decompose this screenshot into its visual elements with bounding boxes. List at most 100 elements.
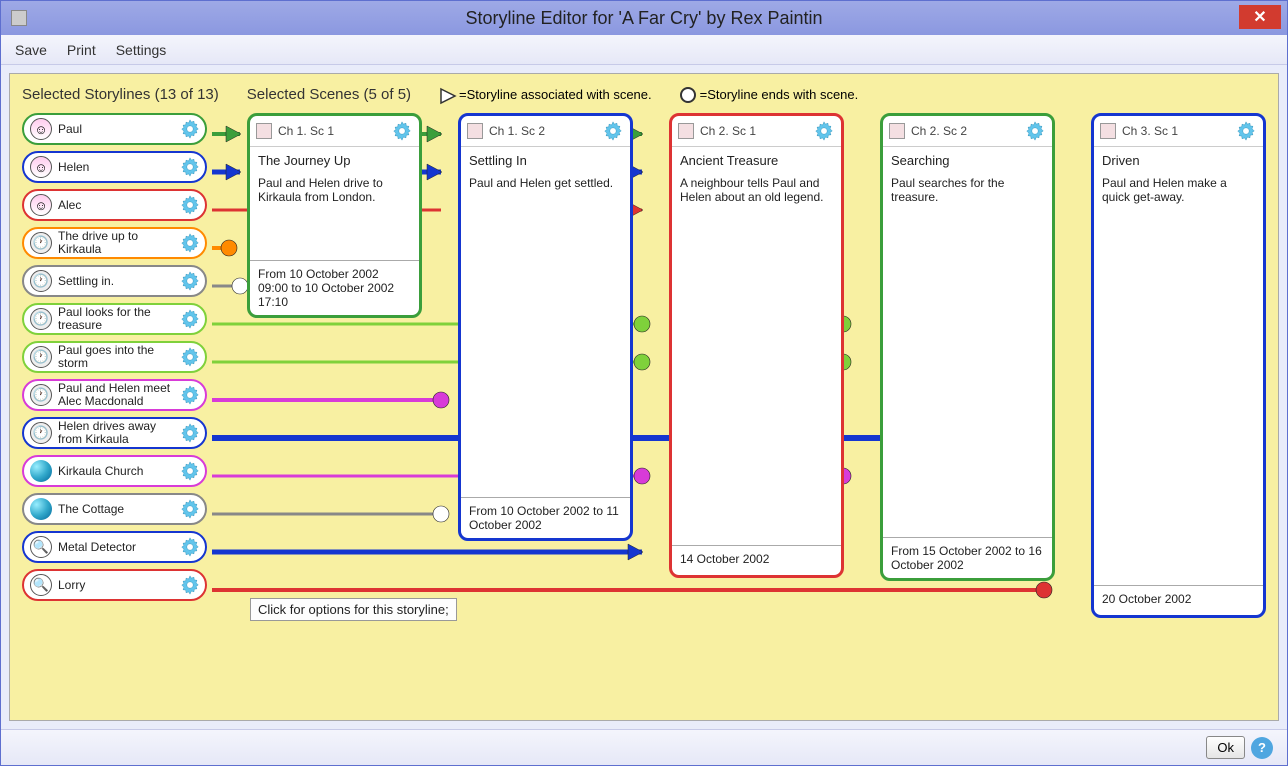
storyline-label: Settling in. [58, 275, 173, 288]
scene-title: Ancient Treasure [680, 153, 833, 168]
gear-icon[interactable] [179, 460, 201, 482]
scene-header: Ch 2. Sc 1 [672, 116, 841, 147]
gear-icon[interactable] [179, 156, 201, 178]
scene-chapter-label: Ch 3. Sc 1 [1122, 124, 1229, 138]
title-bar: Storyline Editor for 'A Far Cry' by Rex … [1, 1, 1287, 35]
ok-button[interactable]: Ok [1206, 736, 1245, 759]
gear-icon[interactable] [1024, 120, 1046, 142]
storyline-item[interactable]: ☺Paul [22, 113, 207, 145]
gear-icon[interactable] [1235, 120, 1257, 142]
storyline-tooltip: Click for options for this storyline; [250, 598, 457, 621]
scene-body: Ancient Treasure A neighbour tells Paul a… [672, 147, 841, 545]
storyline-item[interactable]: 🕐Paul looks for the treasure [22, 303, 207, 335]
scene-body: Driven Paul and Helen make a quick get-aw… [1094, 147, 1263, 585]
gear-icon[interactable] [179, 422, 201, 444]
gear-icon[interactable] [813, 120, 835, 142]
scene-header: Ch 1. Sc 1 [250, 116, 419, 147]
content-area: ☺Paul ☺Helen ☺Alec 🕐The drive up to Kirkaul… [22, 113, 1266, 618]
storyline-item[interactable]: 🔍Metal Detector [22, 531, 207, 563]
help-icon[interactable]: ? [1251, 737, 1273, 759]
gear-icon[interactable] [179, 498, 201, 520]
scene-row: Ch 1. Sc 1 The Journey Up Paul and Helen d… [217, 113, 1266, 618]
scene-title: The Journey Up [258, 153, 411, 168]
scene-desc: Paul and Helen drive to Kirkaula from Lo… [258, 176, 383, 204]
menu-bar: Save Print Settings [1, 35, 1287, 65]
storyline-list: ☺Paul ☺Helen ☺Alec 🕐The drive up to Kirkaul… [22, 113, 207, 618]
storyline-item[interactable]: 🕐Paul and Helen meet Alec Macdonald [22, 379, 207, 411]
scenes-count-label: Selected Scenes (5 of 5) [247, 86, 411, 103]
storyline-item[interactable]: ☺Helen [22, 151, 207, 183]
legend-ends-text: =Storyline ends with scene. [700, 87, 859, 102]
storyline-label: Kirkaula Church [58, 465, 173, 478]
scene-card[interactable]: Ch 3. Sc 1 Driven Paul and Helen make a qu… [1091, 113, 1266, 618]
scene-icon [678, 123, 694, 139]
circle-icon [680, 87, 696, 103]
gear-icon[interactable] [179, 536, 201, 558]
scene-chapter-label: Ch 2. Sc 2 [911, 124, 1018, 138]
gear-icon[interactable] [179, 118, 201, 140]
scene-chapter-label: Ch 1. Sc 2 [489, 124, 596, 138]
scene-card[interactable]: Ch 1. Sc 2 Settling InPaul and Helen get … [458, 113, 633, 541]
gear-icon[interactable] [179, 574, 201, 596]
storyline-item[interactable]: The Cottage [22, 493, 207, 525]
menu-print[interactable]: Print [67, 42, 96, 58]
triangle-icon [439, 87, 455, 103]
storyline-item[interactable]: 🔍Lorry [22, 569, 207, 601]
storyline-item[interactable]: Kirkaula Church [22, 455, 207, 487]
storyline-label: Paul looks for the treasure [58, 306, 173, 331]
close-button[interactable]: ✕ [1239, 5, 1281, 29]
storyline-label: Metal Detector [58, 541, 173, 554]
app-icon [11, 10, 27, 26]
gear-icon[interactable] [391, 120, 413, 142]
gear-icon[interactable] [179, 194, 201, 216]
scene-card[interactable]: Ch 2. Sc 2 Searching Paul searches for the… [880, 113, 1055, 581]
storyline-item[interactable]: 🕐Settling in. [22, 265, 207, 297]
gear-icon[interactable] [602, 120, 624, 142]
scene-title: Searching [891, 153, 1044, 168]
editor-canvas: Selected Storylines (13 of 13) Selected … [9, 73, 1279, 721]
scene-desc: Paul searches for the treasure. [891, 176, 1004, 204]
gear-icon[interactable] [179, 384, 201, 406]
header-row: Selected Storylines (13 of 13) Selected … [22, 86, 1266, 103]
scene-body: The Journey Up Paul and Helen drive to Ki… [250, 147, 419, 260]
storyline-item[interactable]: 🕐The drive up to Kirkaula [22, 227, 207, 259]
storyline-item[interactable]: 🕐Paul goes into the storm [22, 341, 207, 373]
scene-date: 20 October 2002 [1094, 585, 1263, 615]
scene-icon [889, 123, 905, 139]
storyline-label: Helen [58, 161, 173, 174]
scene-desc: Paul and Helen make a quick get-away. [1102, 176, 1227, 204]
scene-icon [1100, 123, 1116, 139]
scene-date: 14 October 2002 [672, 545, 841, 575]
storyline-label: The drive up to Kirkaula [58, 230, 173, 255]
storyline-label: Paul goes into the storm [58, 344, 173, 369]
scene-chapter-label: Ch 1. Sc 1 [278, 124, 385, 138]
scene-body: Settling InPaul and Helen get settled. [461, 147, 630, 497]
storyline-label: Alec [58, 199, 173, 212]
storyline-item[interactable]: 🕐Helen drives away from Kirkaula [22, 417, 207, 449]
scene-header: Ch 1. Sc 2 [461, 116, 630, 147]
app-window: Storyline Editor for 'A Far Cry' by Rex … [0, 0, 1288, 766]
scene-card[interactable]: Ch 1. Sc 1 The Journey Up Paul and Helen d… [247, 113, 422, 318]
storyline-label: The Cottage [58, 503, 173, 516]
legend-associated: =Storyline associated with scene. [439, 87, 652, 103]
scene-desc: A neighbour tells Paul and Helen about a… [680, 176, 823, 204]
storylines-count-label: Selected Storylines (13 of 13) [22, 86, 219, 103]
menu-settings[interactable]: Settings [116, 42, 167, 58]
scene-date: From 15 October 2002 to 16 October 2002 [883, 537, 1052, 578]
legend-ends: =Storyline ends with scene. [680, 87, 859, 103]
legend-associated-text: =Storyline associated with scene. [459, 87, 652, 102]
scene-card[interactable]: Ch 2. Sc 1 Ancient Treasure A neighbour te… [669, 113, 844, 578]
storyline-label: Paul [58, 123, 173, 136]
scene-title: Driven [1102, 153, 1255, 168]
scene-icon [467, 123, 483, 139]
scene-chapter-label: Ch 2. Sc 1 [700, 124, 807, 138]
gear-icon[interactable] [179, 308, 201, 330]
storyline-label: Paul and Helen meet Alec Macdonald [58, 382, 173, 407]
scene-title: Settling In [469, 153, 622, 168]
scene-icon [256, 123, 272, 139]
menu-save[interactable]: Save [15, 42, 47, 58]
gear-icon[interactable] [179, 270, 201, 292]
gear-icon[interactable] [179, 346, 201, 368]
gear-icon[interactable] [179, 232, 201, 254]
storyline-item[interactable]: ☺Alec [22, 189, 207, 221]
